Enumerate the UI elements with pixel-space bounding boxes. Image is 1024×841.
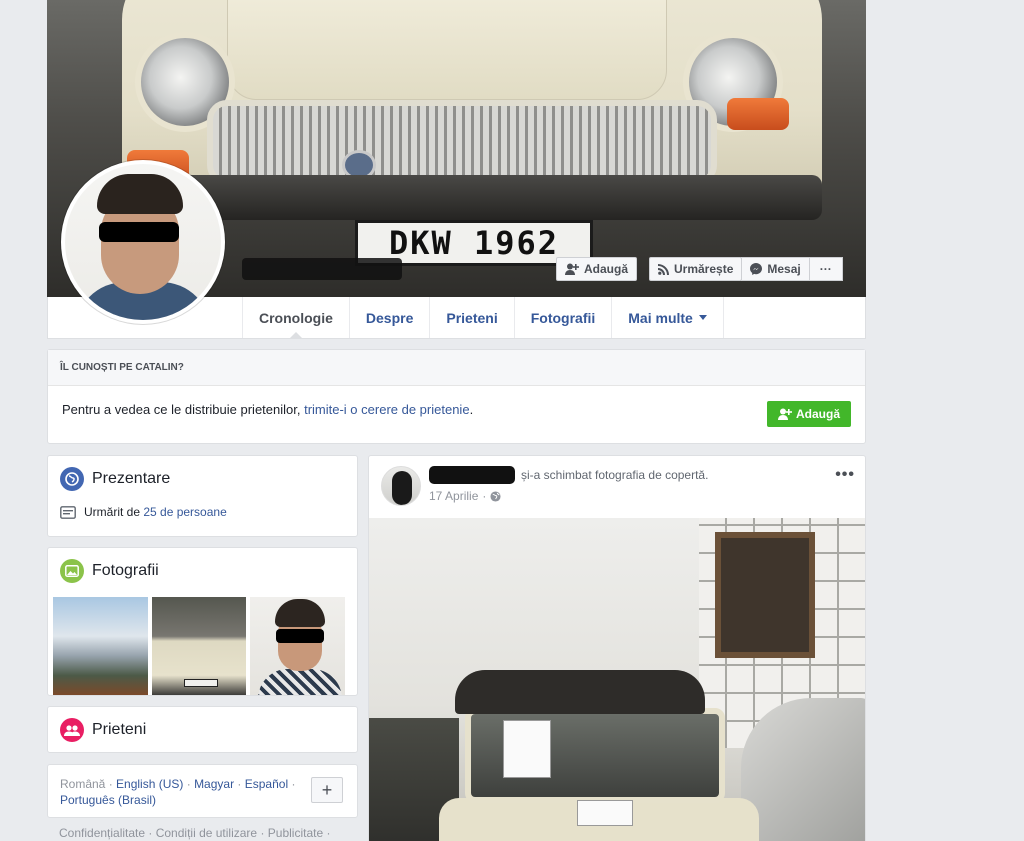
know-person-title: ÎL CUNOȘTI PE CATALIN? [48, 350, 865, 386]
photo-icon [60, 559, 84, 583]
post-photo-right-car [741, 698, 865, 841]
add-friend-green-label: Adaugă [795, 407, 840, 421]
photo-thumb-portrait[interactable] [250, 597, 346, 695]
post-author-avatar[interactable] [381, 466, 421, 506]
cover-change-post: și-a schimbat fotografia de copertă. 17 … [368, 455, 866, 841]
tab-friends[interactable]: Prieteni [429, 297, 513, 338]
globe-icon [60, 467, 84, 491]
more-options-icon: ··· [819, 262, 832, 276]
friends-header[interactable]: Prieteni [60, 718, 345, 742]
cover-car-hood [227, 0, 667, 100]
post-date[interactable]: 17 Aprilie [429, 489, 478, 503]
post-meta-separator: · [482, 489, 487, 503]
language-card: Română · English (US) · Magyar · Español… [47, 764, 358, 818]
post-action-text: și-a schimbat fotografia de copertă. [521, 468, 709, 482]
tab-more[interactable]: Mai multe [611, 297, 724, 338]
profile-tabs: Cronologie Despre Prieteni Fotografii Ma… [242, 297, 724, 339]
avatar-hair [97, 174, 183, 214]
tab-photos-label: Fotografii [530, 309, 596, 326]
cover-car-grille [207, 100, 717, 185]
post-photo-frame [715, 532, 815, 658]
tab-timeline-label: Cronologie [259, 309, 333, 326]
photo-thumb-mountains[interactable] [53, 597, 148, 695]
message-label: Mesaj [767, 262, 801, 276]
post-author-line: și-a schimbat fotografia de copertă. [429, 466, 708, 484]
photo-thumb-car[interactable] [151, 597, 247, 695]
know-person-box: ÎL CUNOȘTI PE CATALIN? Pentru a vedea ce… [47, 349, 866, 444]
post-photo-sign [503, 720, 551, 778]
photos-card: Fotografii [47, 547, 358, 696]
post-photo-car-roof [455, 670, 705, 714]
friends-card: Prieteni [47, 706, 358, 753]
redacted-profile-name [242, 258, 402, 280]
more-options-button[interactable]: ··· [808, 257, 843, 281]
tab-photos[interactable]: Fotografii [513, 297, 612, 338]
tab-about[interactable]: Despre [348, 297, 429, 338]
current-language: Română [60, 777, 106, 791]
post-photo-card-note [577, 800, 633, 826]
add-friend-icon [565, 263, 579, 275]
send-friend-request-link[interactable]: trimite-i o cerere de prietenie [304, 402, 469, 417]
know-person-text-end: . [469, 402, 474, 417]
intro-title: Prezentare [92, 470, 171, 487]
language-magyar[interactable]: Magyar [194, 777, 234, 791]
messenger-icon [750, 263, 763, 275]
cover-action-group: Urmărește Mesaj ··· [649, 257, 843, 281]
add-friend-label: Adaugă [584, 262, 629, 276]
portrait-eye-redaction [276, 629, 325, 643]
add-friend-icon [777, 408, 792, 420]
post-avatar-redaction [392, 471, 412, 505]
profile-picture-image [65, 164, 221, 320]
redacted-author-name[interactable] [429, 466, 515, 484]
language-list: Română · English (US) · Magyar · Español… [60, 777, 296, 807]
public-globe-icon [490, 490, 501, 502]
intro-header: Prezentare [60, 467, 345, 491]
add-friend-green-button[interactable]: Adaugă [766, 401, 851, 427]
language-english[interactable]: English (US) [116, 777, 183, 791]
add-friend-button[interactable]: Adaugă [556, 257, 638, 281]
tab-timeline[interactable]: Cronologie [242, 297, 349, 339]
followers-line: Urmărit de 25 de persoane [60, 505, 345, 519]
photos-title: Fotografii [92, 562, 159, 579]
cover-car-bumper [142, 175, 822, 220]
photo-grid [53, 597, 346, 695]
post-header: și-a schimbat fotografia de copertă. 17 … [369, 456, 865, 518]
followers-prefix: Urmărit de [84, 505, 144, 519]
language-portugues[interactable]: Português (Brasil) [60, 793, 156, 807]
photos-header[interactable]: Fotografii [60, 559, 345, 583]
message-button[interactable]: Mesaj [741, 257, 810, 281]
tab-more-label: Mai multe [628, 309, 693, 326]
followers-link[interactable]: 25 de persoane [143, 505, 226, 519]
cover-right-indicator [727, 98, 789, 130]
follow-button[interactable]: Urmărește [649, 257, 743, 281]
profile-picture[interactable] [61, 160, 225, 324]
rss-icon [658, 263, 669, 275]
portrait-hair [275, 599, 326, 627]
language-espanol[interactable]: Español [245, 777, 288, 791]
know-person-text: Pentru a vedea ce le distribuie prieteni… [62, 402, 305, 417]
cover-add-friend-wrap: Adaugă [556, 257, 638, 281]
intro-card: Prezentare Urmărit de 25 de persoane [47, 455, 358, 537]
avatar-eye-redaction [99, 222, 179, 242]
footer-links[interactable]: Confidențialitate · Condiții de utilizar… [59, 826, 330, 840]
tab-friends-label: Prieteni [446, 309, 498, 326]
portrait-shirt [258, 669, 343, 695]
photo-thumb-car-plate [183, 679, 218, 687]
follow-label: Urmărește [674, 262, 734, 276]
followers-icon [60, 505, 76, 519]
tab-about-label: Despre [365, 309, 414, 326]
chevron-down-icon [698, 315, 707, 320]
post-meta: 17 Aprilie · [429, 489, 501, 503]
post-photo[interactable] [369, 518, 865, 841]
friends-icon [60, 718, 84, 742]
add-language-button[interactable]: + [311, 777, 343, 803]
post-options-icon[interactable]: ••• [835, 466, 855, 484]
know-person-body: Pentru a vedea ce le distribuie prieteni… [48, 386, 865, 444]
friends-title: Prieteni [92, 721, 147, 738]
